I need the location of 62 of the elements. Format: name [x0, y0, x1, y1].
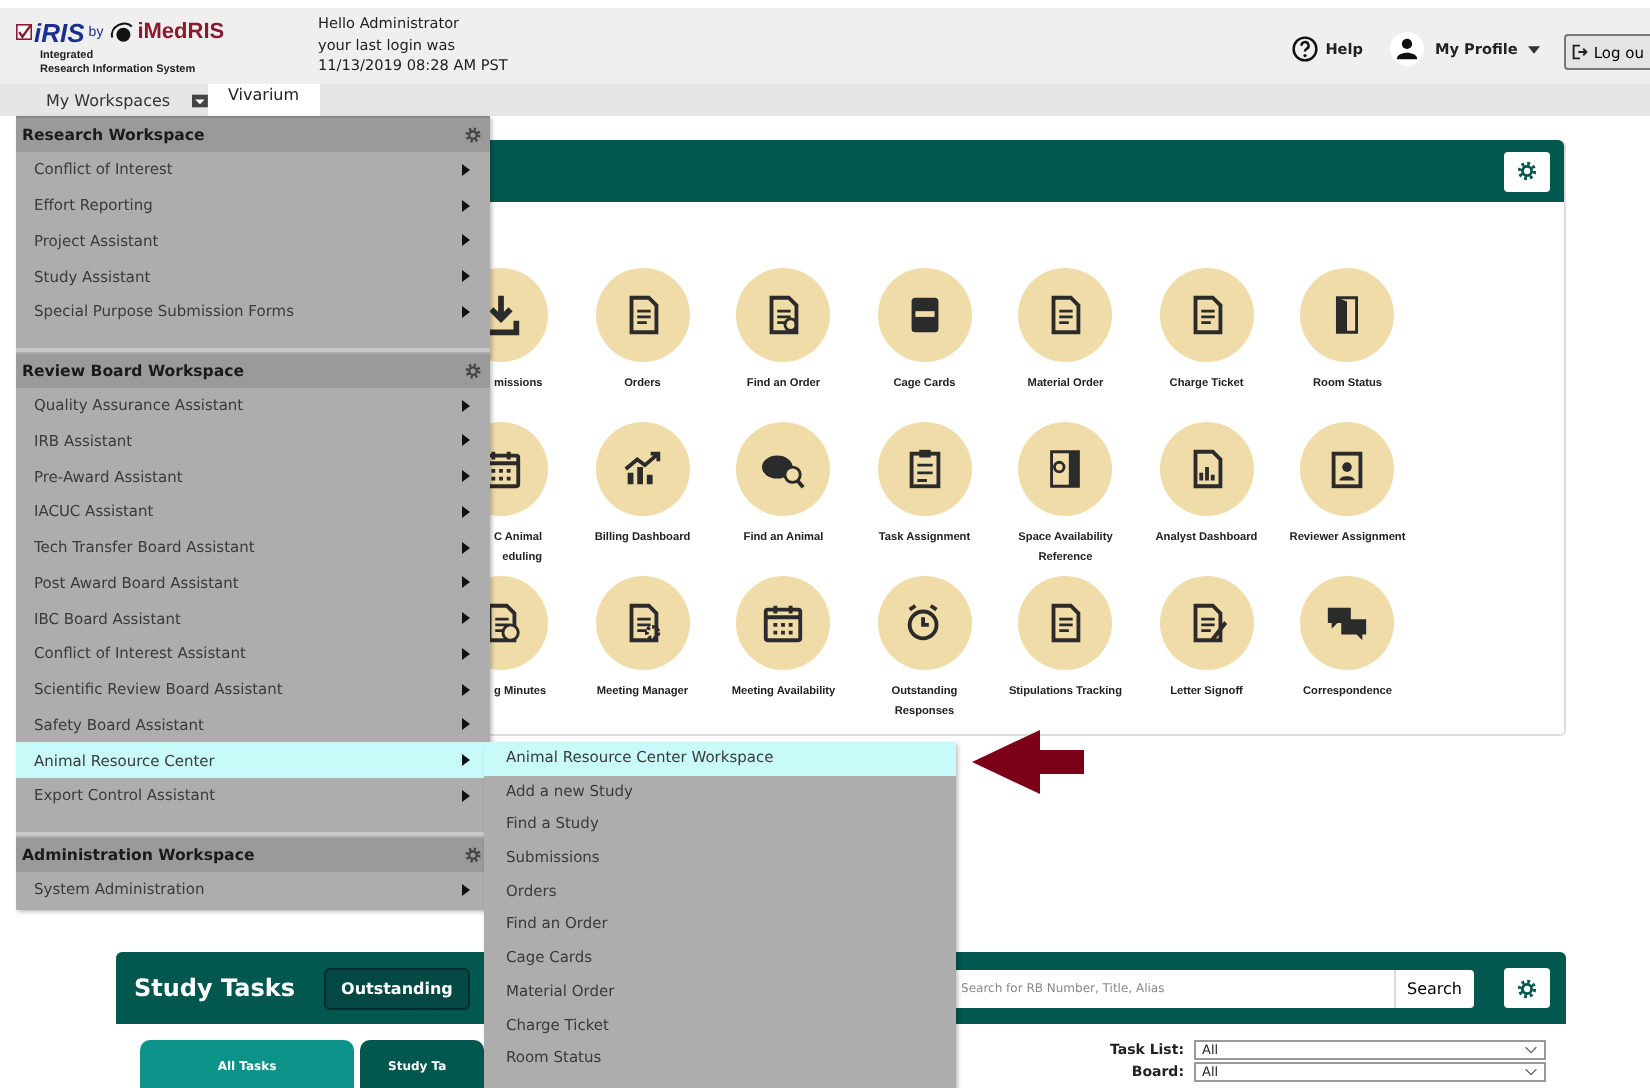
caret-icon	[462, 305, 470, 318]
shortcut-tile[interactable]	[1159, 422, 1254, 516]
caret-icon	[462, 754, 470, 767]
vendor-name: iMedRIS	[137, 20, 225, 44]
shortcut-tile[interactable]	[1300, 576, 1395, 670]
caret-icon	[462, 470, 470, 483]
caret-icon	[462, 163, 470, 176]
caret-icon	[462, 234, 470, 247]
settings-button[interactable]	[1504, 968, 1550, 1008]
caret-icon	[462, 883, 470, 896]
logo-icon	[107, 18, 136, 46]
shortcut-tile[interactable]	[736, 422, 831, 516]
shortcut-tile[interactable]	[1159, 576, 1254, 670]
shortcut-tile[interactable]	[736, 268, 831, 362]
shortcut-tile[interactable]	[736, 576, 831, 670]
product-name: iRIS	[34, 17, 85, 47]
caret-icon	[462, 434, 470, 447]
shortcut-tile[interactable]	[1018, 576, 1113, 670]
study-tasks-title: Study Tasks	[134, 974, 296, 1002]
checkbox-icon	[16, 24, 32, 40]
settings-icon	[1516, 977, 1538, 999]
caret-icon	[462, 647, 470, 660]
settings-icon	[1516, 160, 1538, 182]
caret-icon	[462, 612, 470, 625]
dropdown-icon	[192, 93, 208, 107]
shortcut-tile[interactable]	[1300, 422, 1395, 516]
download-icon	[490, 292, 524, 338]
caret-icon	[462, 789, 470, 802]
caret-icon	[462, 683, 470, 696]
logout-icon	[1571, 44, 1588, 60]
help-icon	[1291, 36, 1318, 62]
workspaces-menu[interactable]: My Workspaces	[0, 84, 208, 116]
caret-icon	[462, 399, 470, 412]
settings-icon[interactable]	[464, 126, 482, 144]
shortcut-tile[interactable]	[595, 268, 690, 362]
search-button[interactable]: Search	[1393, 969, 1474, 1007]
caret-icon	[1527, 45, 1540, 53]
settings-icon[interactable]	[464, 361, 482, 380]
shortcut-tile[interactable]	[595, 422, 690, 516]
settings-button[interactable]	[1504, 151, 1550, 191]
user-icon	[1390, 32, 1425, 66]
caret-icon	[462, 270, 470, 283]
caret-icon	[462, 541, 470, 554]
shortcut-tile[interactable]	[1159, 268, 1254, 362]
shortcut-tile[interactable]	[877, 422, 972, 516]
calendar-icon	[490, 446, 524, 492]
shortcut-tile[interactable]	[1300, 268, 1395, 362]
caret-icon	[462, 505, 470, 518]
vivarium-tab[interactable]: Vivarium	[208, 84, 320, 116]
shortcut-tile[interactable]	[1018, 268, 1113, 362]
shortcut-tile[interactable]	[877, 576, 972, 670]
arrow-icon	[972, 730, 1084, 794]
shortcut-tile[interactable]	[1018, 422, 1113, 516]
shortcut-tile[interactable]	[595, 576, 690, 670]
caret-icon	[462, 576, 470, 589]
settings-icon[interactable]	[464, 845, 482, 864]
calendar-icon	[760, 600, 807, 646]
document-clock-icon	[490, 600, 524, 646]
outstanding-button[interactable]: Outstanding	[323, 967, 471, 1009]
caret-icon	[462, 199, 470, 212]
shortcut-tile[interactable]	[877, 268, 972, 362]
caret-icon	[462, 718, 470, 731]
